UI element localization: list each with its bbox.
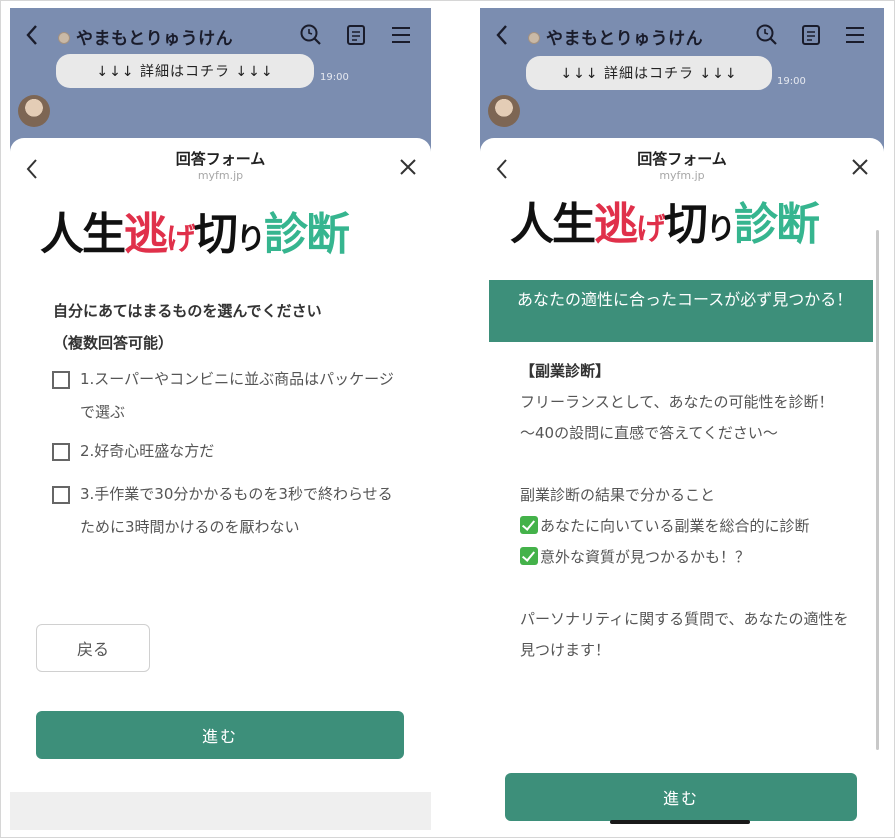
logo-text-3: げ	[166, 222, 196, 257]
back-chevron-icon[interactable]	[22, 20, 42, 50]
sheet-title: 回答フォーム	[175, 150, 266, 168]
bullet-item: あなたに向いている副業を総合的に診断	[520, 511, 850, 542]
chat-header: やまもとりゅうけん	[10, 16, 431, 56]
checkbox[interactable]	[52, 371, 70, 389]
logo-text-4: 切	[664, 199, 708, 250]
next-button[interactable]: 進む	[505, 773, 857, 821]
back-button[interactable]: 戻る	[36, 624, 150, 672]
logo-text-1: 人生	[40, 209, 126, 260]
close-icon[interactable]	[396, 155, 420, 179]
question-line-2: （複数回答可能）	[53, 334, 174, 352]
phone-right: やまもとりゅうけん ↓↓↓ 詳細はコチラ ↓↓↓ 19:00 回答フォーム my…	[480, 8, 884, 830]
checkbox[interactable]	[52, 486, 70, 504]
scrollbar[interactable]	[876, 230, 879, 750]
check-icon	[520, 516, 538, 534]
checkbox[interactable]	[52, 443, 70, 461]
notes-icon[interactable]	[798, 22, 824, 48]
description: 【副業診断】 フリーランスとして、あなたの可能性を診断！ 〜40の設問に直感で答…	[520, 356, 850, 666]
menu-icon[interactable]	[388, 22, 414, 48]
logo-text-3: げ	[636, 212, 666, 247]
bullet-text: 意外な資質が見つかるかも！？	[540, 548, 751, 566]
description-text: パーソナリティに関する質問で、あなたの適性を見つけます！	[520, 610, 849, 659]
menu-icon[interactable]	[842, 22, 868, 48]
course-banner: あなたの適性に合ったコースが必ず見つかる！	[489, 280, 873, 342]
description-text: 〜40の設問に直感で答えてください〜	[520, 424, 778, 442]
sheet-url: myfm.jp	[659, 169, 705, 182]
bullet-item: 意外な資質が見つかるかも！？	[520, 542, 850, 573]
logo: 人生逃げ切り診断	[510, 188, 820, 252]
option-label: 2.好奇心旺盛な方だ	[80, 442, 215, 460]
next-button[interactable]: 進む	[36, 711, 404, 759]
description-text: 副業診断の結果で分かること	[520, 486, 716, 504]
message-time: 19:00	[777, 76, 806, 87]
chat-message-bubble[interactable]: ↓↓↓ 詳細はコチラ ↓↓↓	[56, 54, 314, 88]
home-indicator	[610, 820, 750, 824]
close-icon[interactable]	[848, 155, 872, 179]
logo-text-5: り	[706, 212, 736, 247]
option-label: 3.手作業で30分かかるものを3秒で終わらせるために3時間かけるのを厭わない	[80, 485, 393, 536]
chat-avatar-small	[528, 32, 540, 44]
logo-text-2: 逃	[594, 199, 638, 250]
chat-name: やまもとりゅうけん	[76, 29, 234, 49]
question-line-1: 自分にあてはまるものを選んでください	[53, 302, 322, 320]
chat-name: やまもとりゅうけん	[546, 29, 704, 49]
search-icon[interactable]	[754, 22, 780, 48]
phone-left: やまもとりゅうけん ↓↓↓ 詳細はコチラ ↓↓↓ 19:00 回答フォーム my…	[10, 8, 431, 830]
description-text: フリーランスとして、あなたの可能性を診断！	[520, 393, 834, 411]
sheet-title: 回答フォーム	[637, 150, 727, 168]
bottom-bar	[10, 792, 431, 830]
chat-message-bubble[interactable]: ↓↓↓ 詳細はコチラ ↓↓↓	[526, 56, 772, 90]
search-icon[interactable]	[298, 22, 324, 48]
logo: 人生逃げ切り診断	[40, 198, 350, 262]
question-text: 自分にあてはまるものを選んでください （複数回答可能）	[53, 295, 322, 359]
avatar	[18, 95, 50, 127]
logo-text-4: 切	[194, 209, 238, 260]
logo-text-2: 逃	[124, 209, 168, 260]
option-label: 1.スーパーやコンビニに並ぶ商品はパッケージで選ぶ	[80, 370, 394, 421]
logo-text-1: 人生	[510, 199, 596, 250]
chat-avatar-small	[58, 32, 70, 44]
sheet-url: myfm.jp	[197, 169, 244, 182]
chat-header: やまもとりゅうけん	[480, 16, 884, 56]
message-time: 19:00	[320, 72, 349, 83]
back-chevron-icon[interactable]	[492, 20, 512, 50]
check-icon	[520, 547, 538, 565]
avatar	[488, 95, 520, 127]
description-heading: 【副業診断】	[520, 362, 611, 380]
logo-text-6: 診断	[734, 199, 820, 250]
notes-icon[interactable]	[343, 22, 369, 48]
bullet-text: あなたに向いている副業を総合的に診断	[540, 517, 810, 535]
logo-text-5: り	[236, 222, 266, 257]
logo-text-6: 診断	[264, 209, 350, 260]
